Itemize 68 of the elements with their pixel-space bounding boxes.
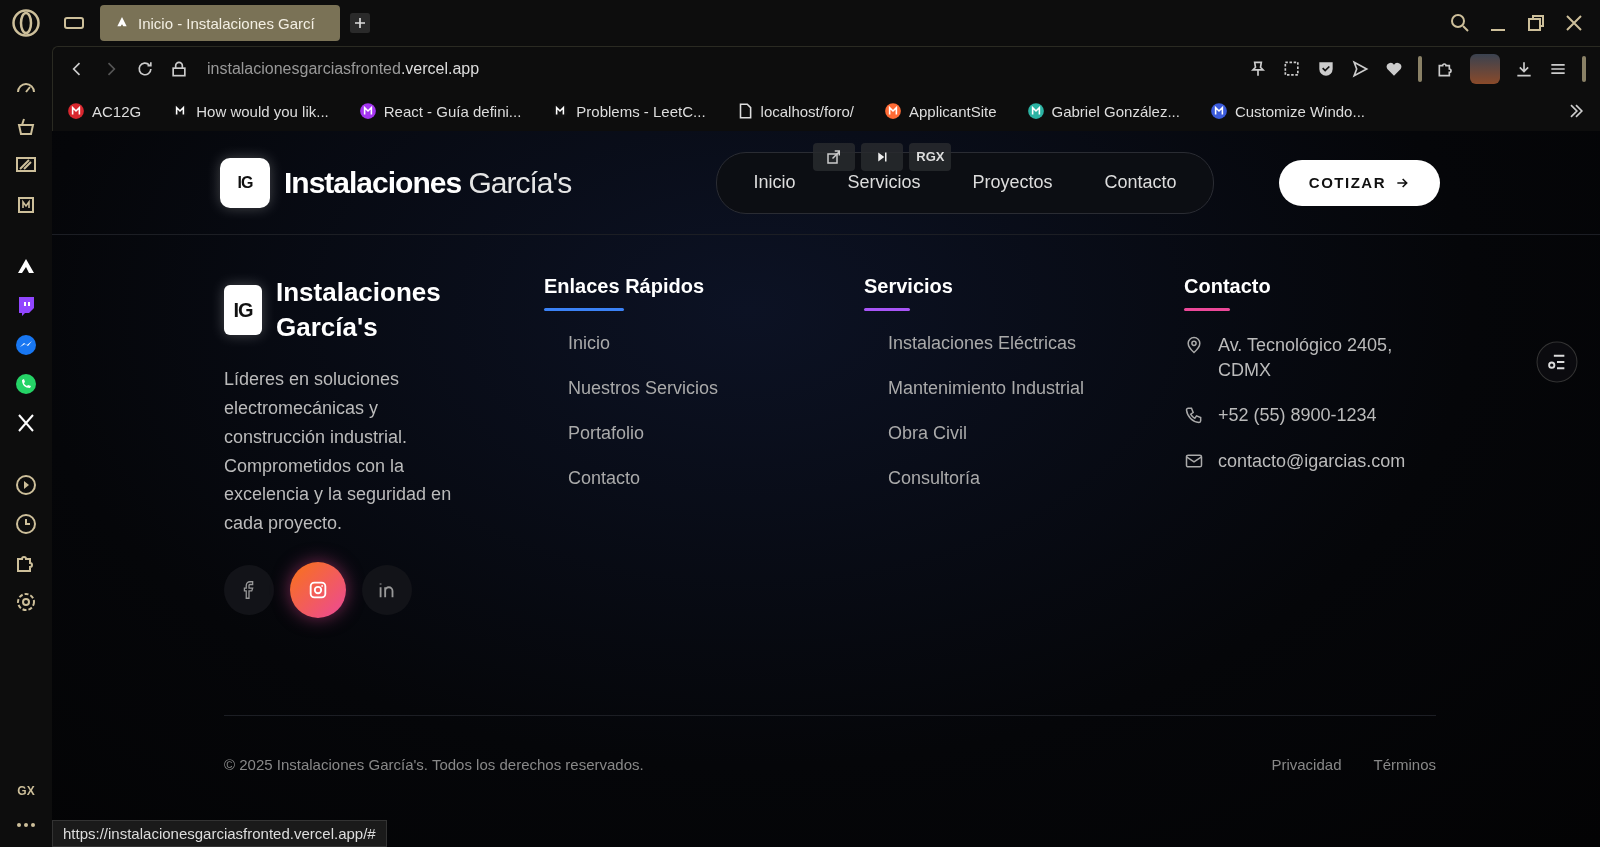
messenger-icon[interactable] <box>14 333 38 357</box>
footer-link[interactable]: Obra Civil <box>888 423 967 443</box>
site-favicon-icon <box>1209 102 1228 120</box>
list-menu-icon[interactable] <box>1536 341 1578 383</box>
footer-link[interactable]: Contacto <box>568 468 641 488</box>
rgx-button[interactable]: RGX <box>909 142 952 171</box>
bookmark[interactable]: Problems - LeetC... <box>551 102 706 120</box>
brand-name: Instalaciones García's <box>276 276 442 345</box>
site-favicon-icon <box>358 102 377 120</box>
legal-link[interactable]: Privacidad <box>1271 756 1342 773</box>
bookmark[interactable]: React - Guía defini... <box>358 102 522 120</box>
contact-text: +52 (55) 8900-1234 <box>1218 404 1377 428</box>
site-favicon-icon <box>1026 102 1045 120</box>
company-description: Líderes en soluciones electromecánicas y construcción industrial. Comprometidos con la excelencia y la seguridad en cada proyecto. <box>224 368 453 536</box>
bookmark[interactable]: localhost/foro/ <box>735 102 854 120</box>
bookmark[interactable]: Gabriel González... <box>1026 102 1180 120</box>
nav-link[interactable]: Inicio <box>753 172 796 193</box>
phone-icon <box>1184 405 1204 426</box>
footer-link[interactable]: Mantenimiento Industrial <box>888 378 1085 398</box>
location-pin-icon <box>1184 335 1204 355</box>
linkedin-icon[interactable] <box>362 564 412 615</box>
nav-link[interactable]: Contacto <box>1104 172 1177 193</box>
popout-icon[interactable] <box>813 142 856 171</box>
skip-icon[interactable] <box>861 142 904 171</box>
bookmark[interactable]: AC12G <box>67 102 142 120</box>
new-tab-icon[interactable] <box>350 13 370 33</box>
whatsapp-icon[interactable] <box>14 372 38 396</box>
address-field[interactable]: instalacionesgarciasfronted.vercel.app <box>207 60 480 78</box>
play-icon[interactable] <box>14 473 38 497</box>
contact-text: Av. Tecnológico 2405, CDMX <box>1218 334 1394 383</box>
bookmark[interactable]: How would you lik... <box>171 102 329 120</box>
quote-button[interactable]: COTIZAR <box>1278 159 1440 206</box>
lock-icon <box>169 59 189 79</box>
facebook-icon[interactable] <box>224 564 274 615</box>
footer-link[interactable]: Consultoría <box>888 468 981 488</box>
nav-link[interactable]: Proyectos <box>972 172 1053 193</box>
column-heading: Contacto <box>1184 275 1272 298</box>
copyright-text: © 2025 Instalaciones García's. Todos los derechos reservados. <box>224 756 644 773</box>
logo-mark: IG <box>224 285 262 336</box>
site-favicon-icon <box>883 102 902 120</box>
logo-mark: IG <box>220 157 270 208</box>
instagram-icon[interactable] <box>290 561 346 618</box>
brand-name: Instalaciones García's <box>284 165 572 200</box>
settings-icon[interactable] <box>14 590 38 614</box>
footer-link[interactable]: Nuestros Servicios <box>568 378 719 398</box>
footer-link[interactable]: Inicio <box>568 333 611 353</box>
browser-tab[interactable]: Inicio - Instalaciones Garcí <box>100 5 340 41</box>
footer-link[interactable]: Portafolio <box>568 423 645 443</box>
pin-icon[interactable] <box>1248 59 1268 79</box>
bookmark[interactable]: Customize Windo... <box>1209 102 1365 120</box>
profile-avatar[interactable] <box>1470 54 1500 84</box>
browser-logo-icon[interactable] <box>11 8 41 38</box>
contact-text: contacto@igarcias.com <box>1218 449 1406 473</box>
clock-icon[interactable] <box>14 512 38 536</box>
download-icon[interactable] <box>1514 59 1534 79</box>
nav-link[interactable]: Servicios <box>847 172 921 193</box>
site-favicon-icon <box>67 102 85 120</box>
status-url: https://instalacionesgarciasfronted.vercel.app/# <box>52 820 387 847</box>
column-heading: Servicios <box>864 275 954 298</box>
footer-link[interactable]: Instalaciones Eléctricas <box>888 333 1077 353</box>
reload-icon[interactable] <box>135 59 155 79</box>
column-heading: Enlaces Rápidos <box>544 275 706 298</box>
send-icon[interactable] <box>1350 59 1370 79</box>
gx-label[interactable]: GX <box>17 784 35 798</box>
bookmark[interactable]: ApplicantSite <box>883 102 997 120</box>
shield-icon[interactable] <box>1316 59 1336 79</box>
snapshot-icon[interactable] <box>1282 59 1302 79</box>
legal-link[interactable]: Términos <box>1373 756 1436 773</box>
